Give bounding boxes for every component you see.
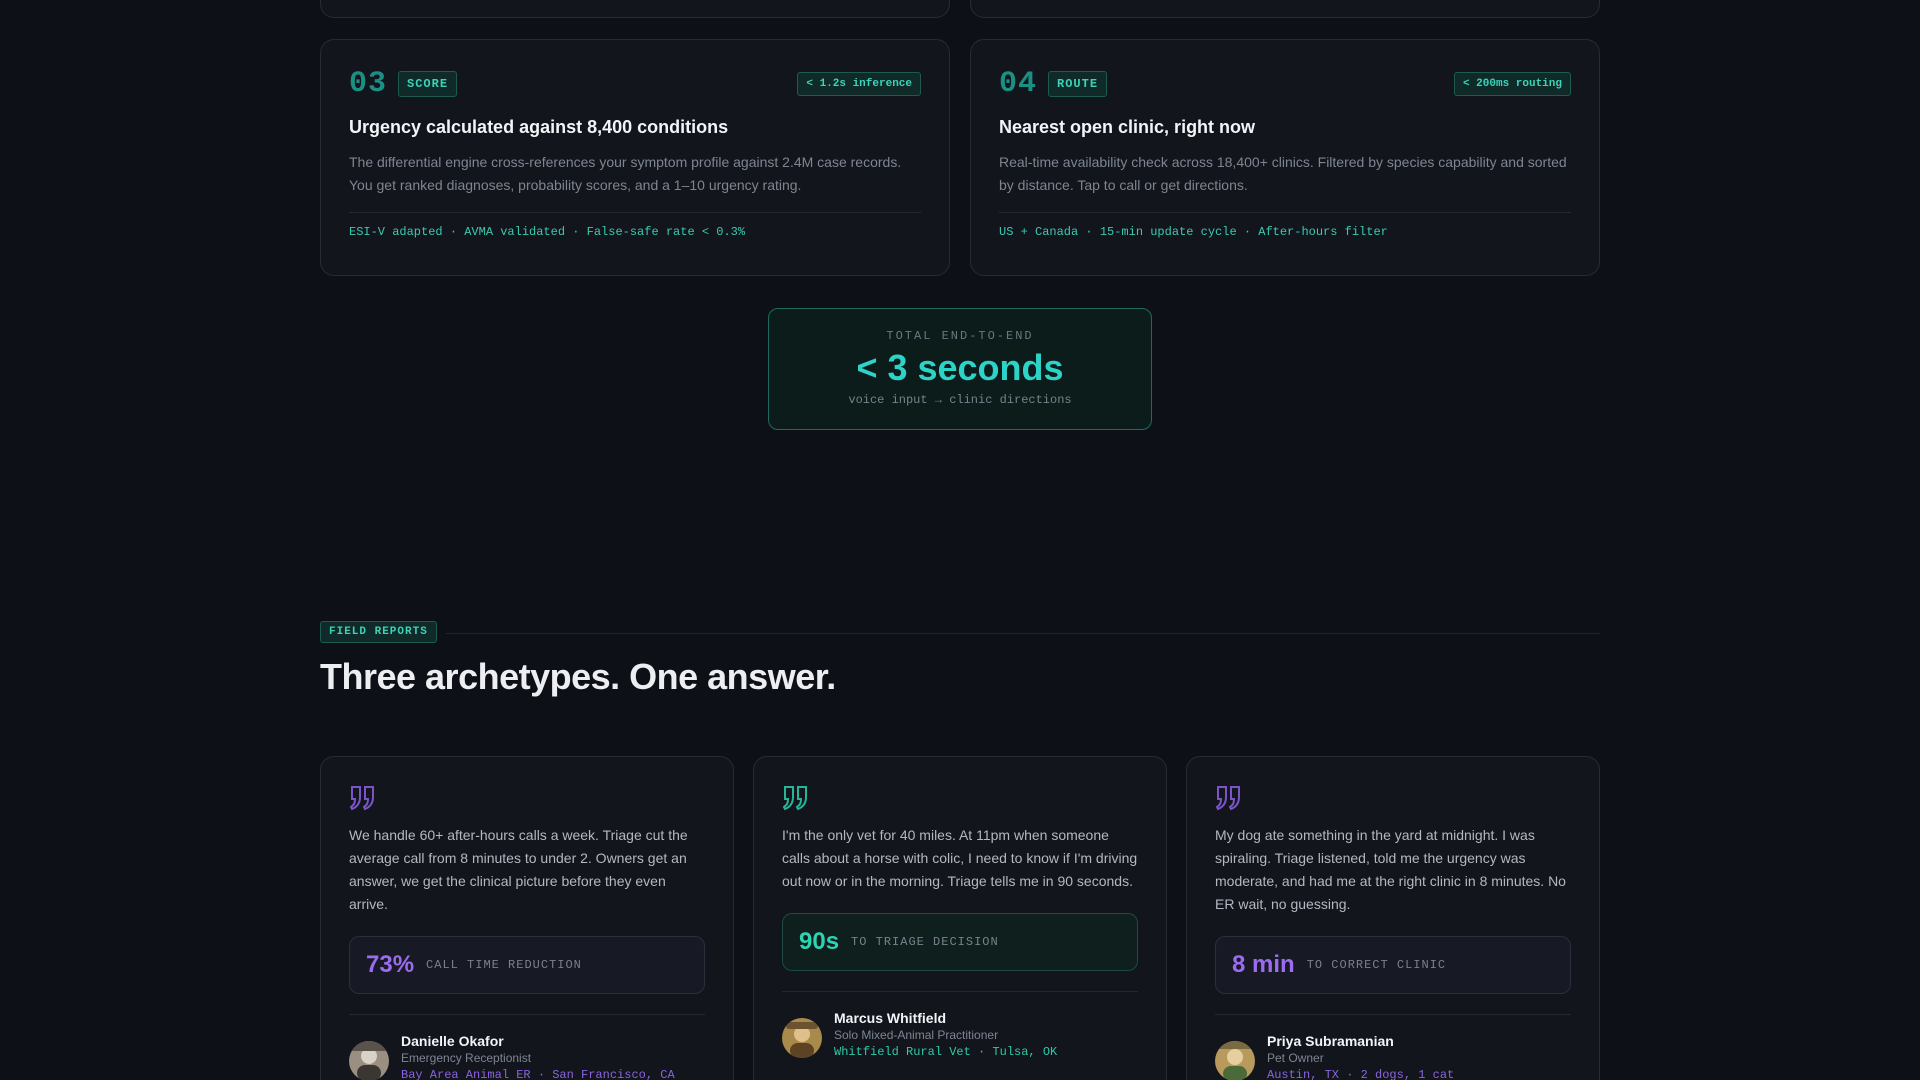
quote-icon: [1215, 786, 1240, 811]
stat-box: 90s TO TRIAGE DECISION: [782, 913, 1138, 971]
person-location: Whitfield Rural Vet · Tulsa, OK: [834, 1045, 1058, 1059]
divider: [349, 1014, 705, 1015]
total-time-box: TOTAL END-TO-END < 3 seconds voice input…: [768, 308, 1152, 430]
step-number: 04: [999, 67, 1038, 101]
step-card-previous-right: [970, 0, 1600, 18]
person-location: Bay Area Animal ER · San Francisco, CA: [401, 1068, 675, 1080]
stat-box: 8 min TO CORRECT CLINIC: [1215, 936, 1571, 994]
person-role: Pet Owner: [1267, 1051, 1324, 1065]
divider: [349, 212, 921, 213]
quote-icon: [349, 786, 374, 811]
step-description: Real-time availability check across 18,4…: [999, 154, 1567, 193]
avatar: [1215, 1041, 1255, 1080]
person-name: Marcus Whitfield: [834, 1010, 947, 1026]
testimonial-card: We handle 60+ after-hours calls a week. …: [320, 756, 734, 1080]
person: Danielle Okafor Emergency Receptionist B…: [349, 1033, 705, 1080]
total-value: < 3 seconds: [856, 347, 1064, 388]
step-header: 03 SCORE < 1.2s inference: [349, 67, 921, 101]
divider: [999, 212, 1571, 213]
step-tag: SCORE: [398, 71, 458, 97]
step-tag: ROUTE: [1048, 71, 1108, 97]
step-header: 04 ROUTE < 200ms routing: [999, 67, 1571, 101]
step-timing-badge: < 1.2s inference: [797, 72, 921, 96]
step-timing-badge: < 200ms routing: [1453, 72, 1571, 96]
stat-box: 73% CALL TIME REDUCTION: [349, 936, 705, 994]
section-title: Three archetypes. One answer.: [320, 656, 836, 697]
stat-label: TO CORRECT CLINIC: [1306, 958, 1447, 972]
avatar: [782, 1018, 822, 1058]
section-divider: [446, 633, 1600, 634]
step-title: Nearest open clinic, right now: [999, 117, 1256, 137]
section-tag: FIELD REPORTS: [320, 621, 437, 643]
stat-value: 73%: [366, 951, 415, 978]
person: Priya Subramanian Pet Owner Austin, TX ·…: [1215, 1033, 1571, 1080]
testimonial-quote: My dog ate something in the yard at midn…: [1215, 827, 1566, 912]
total-label: TOTAL END-TO-END: [886, 329, 1034, 343]
stat-label: TO TRIAGE DECISION: [851, 935, 999, 949]
quote-icon: [782, 786, 807, 811]
person-name: Danielle Okafor: [401, 1033, 504, 1049]
testimonial-card: My dog ate something in the yard at midn…: [1186, 756, 1600, 1080]
step-title: Urgency calculated against 8,400 conditi…: [349, 117, 729, 137]
person-role: Solo Mixed-Animal Practitioner: [834, 1028, 999, 1042]
person-role: Emergency Receptionist: [401, 1051, 532, 1065]
step-number: 03: [349, 67, 388, 101]
person: Marcus Whitfield Solo Mixed-Animal Pract…: [782, 1010, 1138, 1059]
step-card-score: 03 SCORE < 1.2s inference Urgency calcul…: [320, 39, 950, 276]
testimonial-quote: I'm the only vet for 40 miles. At 11pm w…: [782, 827, 1138, 889]
testimonial-quote: We handle 60+ after-hours calls a week. …: [349, 827, 688, 912]
person-location: Austin, TX · 2 dogs, 1 cat: [1267, 1068, 1455, 1080]
stat-label: CALL TIME REDUCTION: [426, 958, 582, 972]
step-meta: ESI-V adapted · AVMA validated · False-s…: [349, 225, 746, 239]
step-meta: US + Canada · 15-min update cycle · Afte…: [999, 225, 1388, 239]
step-card-route: 04 ROUTE < 200ms routing Nearest open cl…: [970, 39, 1600, 276]
step-card-previous-left: [320, 0, 950, 18]
person-name: Priya Subramanian: [1267, 1033, 1394, 1049]
page: 03 SCORE < 1.2s inference Urgency calcul…: [0, 0, 1920, 1080]
stat-value: 90s: [799, 928, 840, 955]
divider: [1215, 1014, 1571, 1015]
total-subtitle: voice input → clinic directions: [848, 393, 1072, 407]
avatar: [349, 1041, 389, 1080]
step-description: The differential engine cross-references…: [349, 154, 902, 193]
stat-value: 8 min: [1232, 951, 1295, 978]
divider: [782, 991, 1138, 992]
testimonial-card: I'm the only vet for 40 miles. At 11pm w…: [753, 756, 1167, 1080]
